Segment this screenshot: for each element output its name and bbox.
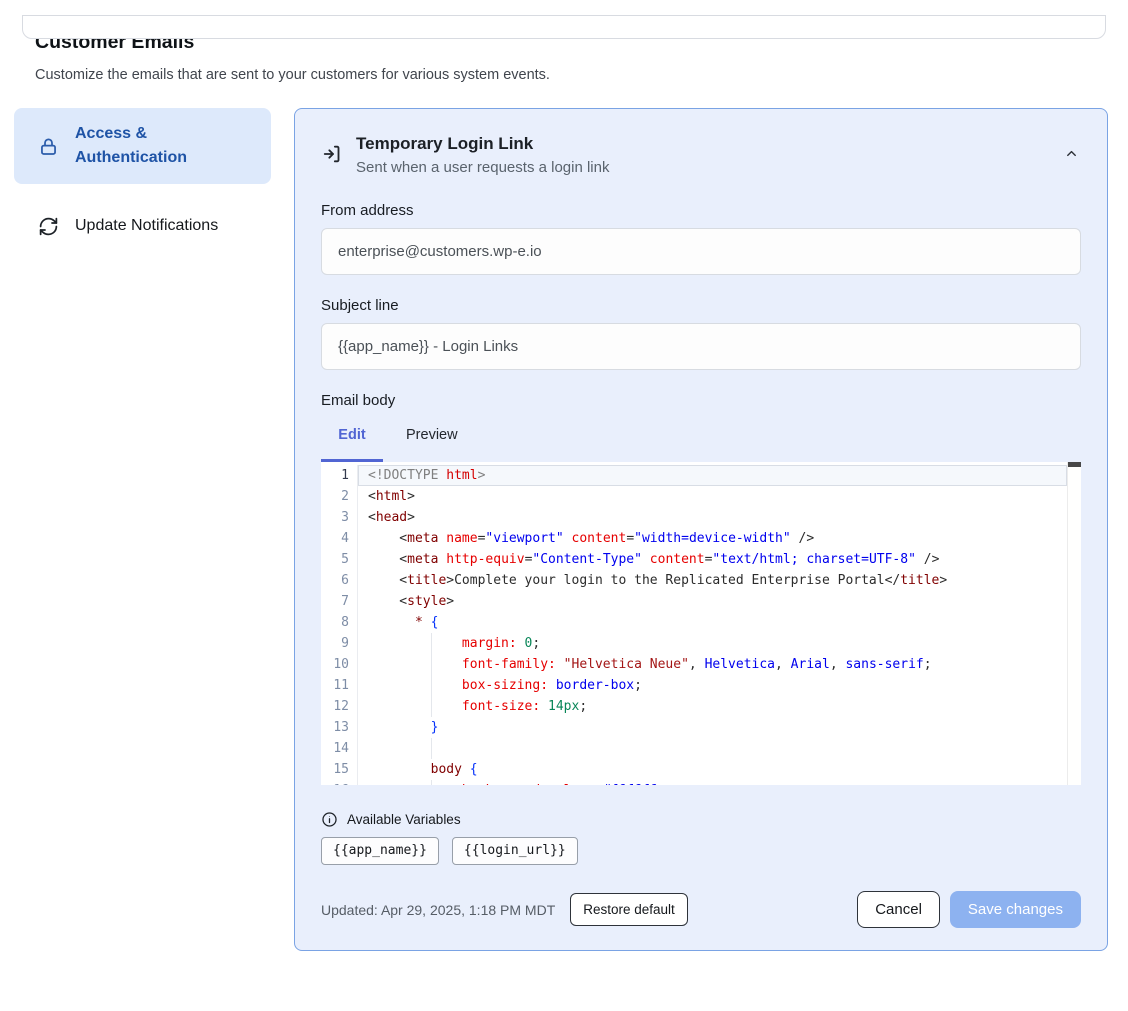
editor-lines: 1<!DOCTYPE html>2<html>3<head>4 <meta na… <box>321 465 1067 785</box>
sidebar-item-update-notifications[interactable]: Update Notifications <box>14 200 271 252</box>
panel-footer: Updated: Apr 29, 2025, 1:18 PM MDT Resto… <box>321 891 1081 928</box>
line-number: 5 <box>321 549 358 570</box>
previous-card-bottom-edge <box>22 15 1106 39</box>
restore-default-button[interactable]: Restore default <box>570 893 688 926</box>
line-number: 1 <box>321 465 358 486</box>
code-line-content <box>358 738 1067 759</box>
line-number: 4 <box>321 528 358 549</box>
line-number: 12 <box>321 696 358 717</box>
save-changes-button[interactable]: Save changes <box>950 891 1081 928</box>
code-line-content: box-sizing: border-box; <box>358 675 1067 696</box>
code-line: 11 box-sizing: border-box; <box>321 675 1067 696</box>
code-line: 2<html> <box>321 486 1067 507</box>
email-body-tabs: Edit Preview <box>321 418 1081 462</box>
subject-line-label: Subject line <box>321 297 1081 314</box>
code-line: 9 margin: 0; <box>321 633 1067 654</box>
line-number: 11 <box>321 675 358 696</box>
variable-chip[interactable]: {{login_url}} <box>452 837 578 865</box>
code-line: 6 <title>Complete your login to the Repl… <box>321 570 1067 591</box>
code-line-content: <meta http-equiv="Content-Type" content=… <box>358 549 1067 570</box>
indent-guide <box>431 654 432 675</box>
code-line: 15 body { <box>321 759 1067 780</box>
line-number: 16 <box>321 780 358 785</box>
code-line: 3<head> <box>321 507 1067 528</box>
code-line-content: margin: 0; <box>358 633 1067 654</box>
code-line: 10 font-family: "Helvetica Neue", Helvet… <box>321 654 1067 675</box>
available-variables-label: Available Variables <box>347 812 461 827</box>
line-number: 15 <box>321 759 358 780</box>
line-number: 9 <box>321 633 358 654</box>
code-line-content: <!DOCTYPE html> <box>358 465 1067 486</box>
indent-guide <box>431 780 432 785</box>
tab-edit[interactable]: Edit <box>321 418 383 462</box>
from-address-label: From address <box>321 202 1081 219</box>
code-line-content: } <box>358 717 1067 738</box>
code-line: 14 <box>321 738 1067 759</box>
variable-chips: {{app_name}} {{login_url}} <box>321 837 1081 865</box>
info-icon <box>321 811 338 828</box>
code-line: 4 <meta name="viewport" content="width=d… <box>321 528 1067 549</box>
code-line: 12 font-size: 14px; <box>321 696 1067 717</box>
page-subtitle: Customize the emails that are sent to yo… <box>35 67 1128 83</box>
sidebar-item-access-authentication[interactable]: Access & Authentication <box>14 108 271 184</box>
indent-guide <box>431 696 432 717</box>
line-number: 3 <box>321 507 358 528</box>
code-line-content: <head> <box>358 507 1067 528</box>
updated-timestamp: Updated: Apr 29, 2025, 1:18 PM MDT <box>321 902 555 918</box>
line-number: 6 <box>321 570 358 591</box>
indent-guide <box>431 738 432 759</box>
sidebar-item-label: Update Notifications <box>75 214 218 238</box>
panel-header-text: Temporary Login Link Sent when a user re… <box>356 134 609 176</box>
available-variables-header: Available Variables <box>321 811 1081 828</box>
code-line: 16 background-color: #f6f6f6; <box>321 780 1067 785</box>
code-line: 7 <style> <box>321 591 1067 612</box>
code-line-content: font-size: 14px; <box>358 696 1067 717</box>
code-line: 13 } <box>321 717 1067 738</box>
line-number: 14 <box>321 738 358 759</box>
indent-guide <box>431 675 432 696</box>
code-line-content: background-color: #f6f6f6; <box>358 780 1067 785</box>
code-line: 8 * { <box>321 612 1067 633</box>
variable-chip[interactable]: {{app_name}} <box>321 837 439 865</box>
code-line-content: <meta name="viewport" content="width=dev… <box>358 528 1067 549</box>
editor-scrollbar-thumb[interactable] <box>1068 462 1081 467</box>
line-number: 8 <box>321 612 358 633</box>
editor-scrollbar[interactable] <box>1067 462 1081 785</box>
code-line: 1<!DOCTYPE html> <box>321 465 1067 486</box>
collapse-panel-button[interactable] <box>1062 144 1081 166</box>
tab-preview[interactable]: Preview <box>406 418 458 462</box>
cancel-button[interactable]: Cancel <box>857 891 940 928</box>
panel-subtitle: Sent when a user requests a login link <box>356 159 609 176</box>
sidebar: Access & Authentication Update Notificati… <box>14 108 271 252</box>
content-area: Access & Authentication Update Notificati… <box>0 108 1128 951</box>
code-line-content: font-family: "Helvetica Neue", Helvetica… <box>358 654 1067 675</box>
chevron-up-icon <box>1064 149 1079 164</box>
email-body-label: Email body <box>321 392 1081 409</box>
code-line-content: * { <box>358 612 1067 633</box>
indent-guide <box>431 633 432 654</box>
login-icon <box>322 143 344 165</box>
from-address-input[interactable] <box>321 228 1081 275</box>
line-number: 13 <box>321 717 358 738</box>
code-line: 5 <meta http-equiv="Content-Type" conten… <box>321 549 1067 570</box>
sidebar-item-label: Access & Authentication <box>75 122 233 170</box>
line-number: 10 <box>321 654 358 675</box>
line-number: 7 <box>321 591 358 612</box>
code-editor[interactable]: 1<!DOCTYPE html>2<html>3<head>4 <meta na… <box>321 462 1081 785</box>
code-line-content: body { <box>358 759 1067 780</box>
panel-header: Temporary Login Link Sent when a user re… <box>321 134 1081 176</box>
line-number: 2 <box>321 486 358 507</box>
subject-line-input[interactable] <box>321 323 1081 370</box>
panel-title: Temporary Login Link <box>356 134 609 154</box>
code-line-content: <style> <box>358 591 1067 612</box>
code-line-content: <html> <box>358 486 1067 507</box>
email-settings-panel: Temporary Login Link Sent when a user re… <box>294 108 1108 951</box>
refresh-icon <box>38 216 59 237</box>
lock-icon <box>38 136 59 157</box>
code-line-content: <title>Complete your login to the Replic… <box>358 570 1067 591</box>
